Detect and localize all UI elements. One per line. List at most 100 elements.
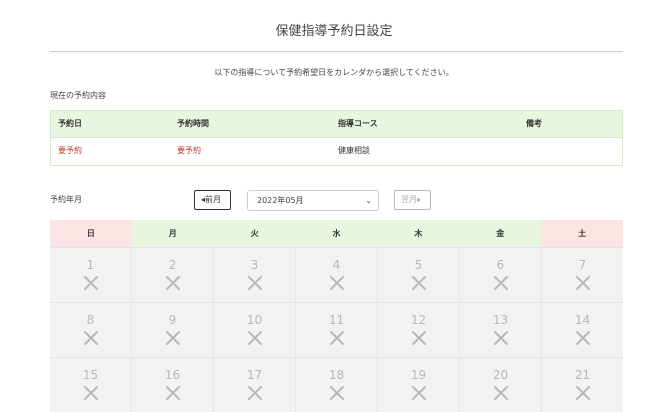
current-reservation-label: 現在の予約内容 [50,91,106,100]
calendar-day: 9 [132,303,214,357]
calendar-day: 10 [214,303,296,357]
weekday-fri: 金 [459,220,542,247]
calendar-weekday-header: 日 月 火 水 木 金 土 [50,220,624,247]
prev-month-button[interactable]: ◂前月 [194,190,231,210]
cross-icon [575,330,591,346]
calendar-day: 1 [50,248,132,302]
calendar-day: 17 [214,358,296,412]
title-divider [50,51,623,52]
month-label: 予約年月 [50,195,82,204]
calendar-day: 2 [132,248,214,302]
cross-icon [329,385,345,401]
calendar-day: 18 [296,358,378,412]
calendar-day-number: 1 [86,258,95,272]
calendar-day-number: 3 [250,258,259,272]
header-course: 指導コース [338,119,378,128]
calendar-day: 5 [378,248,460,302]
cross-icon [165,385,181,401]
calendar-week: 15 16 17 18 19 20 21 [50,357,623,412]
calendar-day: 15 [50,358,132,412]
calendar-day: 3 [214,248,296,302]
header-date: 予約日 [58,119,82,128]
calendar-day-number: 6 [496,258,505,272]
reservation-course-value: 健康相談 [338,146,370,155]
weekday-mon: 月 [131,220,214,247]
cross-icon [329,330,345,346]
prev-month-label: 前月 [205,195,222,204]
calendar-day-number: 9 [168,313,177,327]
cross-icon [329,275,345,291]
calendar-day-number: 2 [168,258,177,272]
appointment-page: 保健指導予約日設定 以下の指導について予約希望日をカレンダから選択してください。… [0,0,668,412]
instruction-text: 以下の指導について予約希望日をカレンダから選択してください。 [214,68,454,77]
weekday-tue: 火 [213,220,296,247]
calendar-week: 1 2 3 4 5 6 7 [50,247,623,302]
reservation-table: 予約日 予約時間 指導コース 備考 要予約 要予約 健康相談 [50,110,623,166]
calendar-day-number: 20 [492,368,509,382]
next-month-label: 翌月 [401,195,417,204]
calendar-day-number: 12 [410,313,427,327]
cross-icon [83,385,99,401]
cross-icon [493,330,509,346]
cross-icon [493,275,509,291]
calendar-day: 19 [378,358,460,412]
cross-icon [247,385,263,401]
month-select[interactable]: 2022年05月 ⌄ [247,190,379,211]
calendar: 日 月 火 水 木 金 土 1 2 3 4 5 6 7 8 9 10 11 12 13 14 15 16 17 1… [50,220,624,412]
calendar-day: 16 [132,358,214,412]
calendar-day-number: 10 [246,313,263,327]
cross-icon [247,275,263,291]
cross-icon [575,275,591,291]
selected-month-value: 2022年05月 [257,196,304,205]
calendar-day: 20 [460,358,542,412]
calendar-day: 11 [296,303,378,357]
calendar-day: 4 [296,248,378,302]
next-month-button[interactable]: 翌月▸ [394,190,431,210]
cross-icon [411,385,427,401]
calendar-day: 13 [460,303,542,357]
page-title: 保健指導予約日設定 [275,24,393,39]
calendar-day-number: 16 [164,368,181,382]
table-row: 要予約 要予約 健康相談 [51,138,622,165]
cross-icon [411,330,427,346]
header-note: 備考 [526,119,542,128]
cross-icon [165,275,181,291]
weekday-sun: 日 [50,220,132,247]
calendar-day: 14 [542,303,623,357]
reservation-date-value: 要予約 [58,146,82,155]
calendar-day: 7 [542,248,623,302]
cross-icon [493,385,509,401]
reservation-table-header: 予約日 予約時間 指導コース 備考 [51,111,622,138]
calendar-day-number: 7 [578,258,587,272]
calendar-day: 12 [378,303,460,357]
calendar-day-number: 15 [82,368,99,382]
calendar-day-number: 21 [574,368,591,382]
calendar-grid: 1 2 3 4 5 6 7 8 9 10 11 12 13 14 15 16 17 18 19 20 21 [50,247,623,412]
weekday-wed: 水 [295,220,378,247]
calendar-day-number: 4 [332,258,341,272]
calendar-week: 8 9 10 11 12 13 14 [50,302,623,357]
cross-icon [165,330,181,346]
calendar-day-number: 18 [328,368,345,382]
chevron-down-icon: ⌄ [365,196,372,205]
calendar-day: 8 [50,303,132,357]
cross-icon [411,275,427,291]
calendar-day-number: 19 [410,368,427,382]
cross-icon [83,275,99,291]
cross-icon [247,330,263,346]
cross-icon [575,385,591,401]
calendar-day-number: 13 [492,313,509,327]
header-time: 予約時間 [177,119,209,128]
weekday-thu: 木 [377,220,460,247]
calendar-day: 21 [542,358,623,412]
caret-right-icon: ▸ [417,195,422,204]
calendar-day-number: 14 [574,313,591,327]
reservation-time-value: 要予約 [177,146,201,155]
calendar-day-number: 17 [246,368,263,382]
weekday-sat: 土 [541,220,624,247]
calendar-day-number: 5 [414,258,423,272]
cross-icon [83,330,99,346]
calendar-day-number: 8 [86,313,95,327]
calendar-day: 6 [460,248,542,302]
calendar-day-number: 11 [328,313,345,327]
